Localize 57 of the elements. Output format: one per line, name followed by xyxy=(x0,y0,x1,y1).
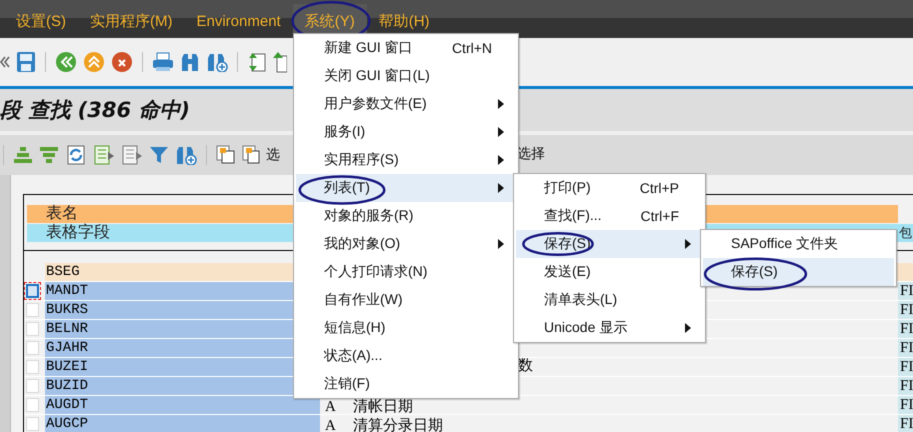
menu-item[interactable]: 列表(T) xyxy=(296,174,516,202)
copy-icon[interactable] xyxy=(242,145,260,165)
table-cell: 清帐日期 xyxy=(353,399,413,415)
page-arrows-icon[interactable] xyxy=(247,51,267,73)
refresh-icon[interactable] xyxy=(65,144,87,166)
back-icon[interactable] xyxy=(55,51,77,73)
table-cell: FI xyxy=(898,358,913,376)
page-up-icon[interactable] xyxy=(273,51,287,73)
screen-title: 段 查找 (386 命中) xyxy=(0,97,190,124)
submenu-arrow-icon xyxy=(498,155,504,165)
table-cell: FI xyxy=(898,301,913,319)
menu-item[interactable]: 实用程序(S) xyxy=(296,146,516,174)
cancel-icon[interactable] xyxy=(111,51,133,73)
printer-icon[interactable] xyxy=(152,52,174,72)
document-icon[interactable] xyxy=(93,144,115,166)
submenu-arrow-icon xyxy=(685,323,691,333)
menu-bar-item[interactable]: Environment xyxy=(184,4,293,38)
binoculars-icon[interactable] xyxy=(180,52,200,72)
table-cell: FI xyxy=(898,396,913,414)
binoculars-plus-icon[interactable] xyxy=(175,145,197,165)
submenu-arrow-icon xyxy=(498,239,504,249)
sort-descending-icon[interactable] xyxy=(39,146,59,164)
submenu-arrow-icon xyxy=(498,99,504,109)
table-cell: FI xyxy=(898,377,913,395)
binoculars-plus-icon[interactable] xyxy=(206,52,228,72)
menu-bar-item[interactable]: 实用程序(M) xyxy=(78,4,184,38)
table-cell: FI xyxy=(898,339,913,357)
table-cell: FI xyxy=(898,282,913,300)
submenu-arrow-icon xyxy=(685,239,691,249)
table-cell: A xyxy=(325,418,336,432)
menu-item[interactable]: Unicode 显示 xyxy=(516,314,703,342)
document-icon[interactable] xyxy=(121,144,143,166)
menu-item[interactable]: 用户参数文件(E) xyxy=(296,90,516,118)
menu-bar-item[interactable]: 设置(S) xyxy=(4,4,78,38)
menu-item[interactable]: 服务(I) xyxy=(296,118,516,146)
sort-ascending-icon[interactable] xyxy=(13,146,33,164)
table-cell: AUGDT xyxy=(45,396,320,414)
submenu-arrow-icon xyxy=(498,183,504,193)
checkbox[interactable] xyxy=(26,284,39,298)
filter-icon[interactable] xyxy=(149,145,169,165)
table-cell: 清算分录日期 xyxy=(353,418,443,432)
table-cell: A xyxy=(325,399,336,415)
table-cell: 数 xyxy=(518,358,533,374)
toolbar-label[interactable]: 选 xyxy=(266,146,280,164)
menu-item[interactable]: 清单表头(L) xyxy=(516,286,703,314)
menu-item[interactable]: 关闭 GUI 窗口(L) xyxy=(296,62,516,90)
circle-annotation xyxy=(522,232,594,256)
save-icon[interactable] xyxy=(16,51,36,73)
toolbar-label[interactable]: 选择 xyxy=(517,145,545,163)
submenu-arrow-icon xyxy=(498,127,504,137)
double-chevron-icon[interactable] xyxy=(0,55,10,69)
table-cell: AUGCP xyxy=(45,415,320,432)
copy-icon[interactable] xyxy=(216,145,236,165)
table-cell: FI xyxy=(898,415,913,432)
table-cell: FI xyxy=(898,320,913,338)
header-row: 包 xyxy=(898,224,913,242)
menu-item[interactable]: 打印(P) Ctrl+P xyxy=(516,174,703,202)
